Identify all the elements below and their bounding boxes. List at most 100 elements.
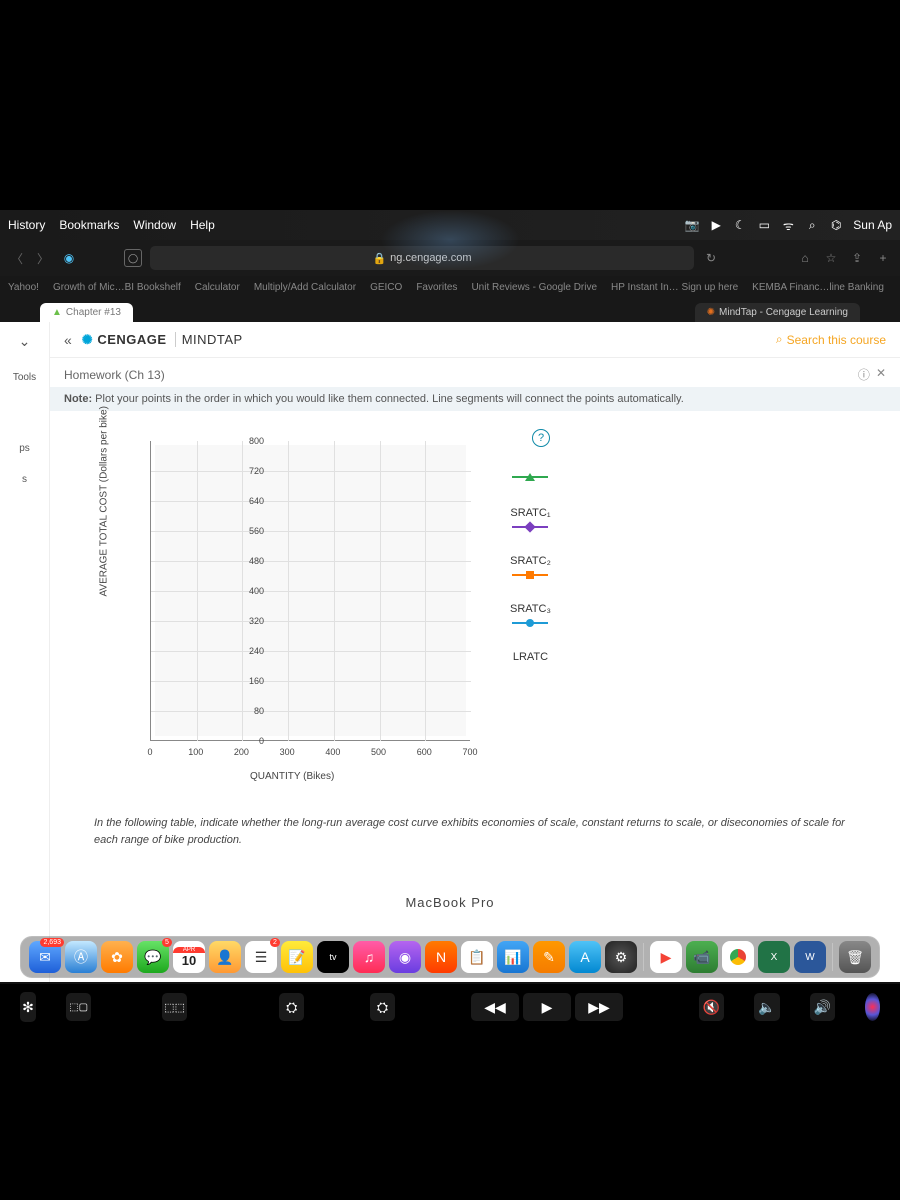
- touchbar-brightness-down[interactable]: ⛭: [279, 993, 304, 1021]
- search-course[interactable]: ⌕ Search this course: [776, 332, 886, 347]
- bookmark-geico[interactable]: GEICO: [370, 282, 402, 293]
- dock-music[interactable]: ♫: [353, 941, 385, 973]
- dock-mail[interactable]: ✉2,693: [29, 941, 61, 973]
- control-center-icon[interactable]: ⌬: [829, 218, 843, 232]
- sidebar-toggle-icon[interactable]: ◉: [60, 249, 78, 267]
- dock-trash[interactable]: 🗑: [839, 941, 871, 973]
- dock-calendar[interactable]: APR 10: [173, 941, 205, 973]
- privacy-shield-icon[interactable]: ◯: [124, 249, 142, 267]
- x-tick: 400: [325, 747, 340, 757]
- dock-chrome[interactable]: [722, 941, 754, 973]
- y-tick: 80: [254, 706, 264, 716]
- legend-item-sratc3[interactable]: SRATC₃: [510, 603, 551, 629]
- sidebar-tools[interactable]: Tools: [13, 372, 36, 383]
- dock-pages[interactable]: ✎: [533, 941, 565, 973]
- address-text: ng.cengage.com: [390, 252, 471, 264]
- esc-key[interactable]: ✻: [20, 992, 36, 1022]
- bookmark-bookshelf[interactable]: Growth of Mic…BI Bookshelf: [53, 282, 181, 293]
- close-icon[interactable]: ✕: [876, 366, 886, 383]
- tab-label: MindTap - Cengage Learning: [719, 307, 848, 318]
- y-tick: 160: [249, 676, 264, 686]
- tab-label: Chapter #13: [66, 307, 121, 318]
- dock-facetime[interactable]: 📹: [686, 941, 718, 973]
- menu-help[interactable]: Help: [190, 218, 215, 232]
- touchbar-mute[interactable]: 🔇: [699, 993, 724, 1021]
- dock-keynote[interactable]: 📊: [497, 941, 529, 973]
- camera-icon[interactable]: 📷: [685, 218, 699, 232]
- browser-toolbar: 〈 〉 ◉ ◯ 🔒 ng.cengage.com ↻ ⌂ ☆ ⇪ +: [0, 240, 900, 276]
- menu-bookmarks[interactable]: Bookmarks: [59, 218, 119, 232]
- bookmarks-bar: Yahoo! Growth of Mic…BI Bookshelf Calcul…: [0, 276, 900, 298]
- touch-bar: ✻ ⬚▢ ⬚⬚ ⛭ ⛭ ◀◀ ▶ ▶▶ 🔇 🔈 🔊: [0, 984, 900, 1030]
- touchbar-siri[interactable]: [865, 993, 880, 1021]
- touchbar-vol-down[interactable]: 🔈: [754, 993, 779, 1021]
- info-icon[interactable]: ⓘ: [858, 366, 870, 383]
- star-icon[interactable]: ☆: [822, 249, 840, 267]
- play-icon[interactable]: ▶: [709, 218, 723, 232]
- menubar-clock[interactable]: Sun Ap: [853, 218, 892, 232]
- touchbar-play[interactable]: ▶: [523, 993, 571, 1021]
- tab-strip: ▲ Chapter #13 ✺ MindTap - Cengage Learni…: [0, 298, 900, 322]
- sidebar-item-1[interactable]: ps: [19, 443, 30, 454]
- cengage-logo: ✺ CENGAGE MINDTAP: [82, 332, 243, 348]
- wifi-icon[interactable]: ᯤ: [781, 218, 795, 232]
- search-icon[interactable]: ⌕: [805, 218, 819, 232]
- dock-app-store-2[interactable]: A: [569, 941, 601, 973]
- sidebar-item-2[interactable]: s: [22, 474, 27, 485]
- tab-chapter13[interactable]: ▲ Chapter #13: [40, 303, 133, 322]
- battery-icon[interactable]: ▭: [757, 218, 771, 232]
- legend-item-sratc2[interactable]: SRATC₂: [510, 555, 551, 581]
- bookmark-unitreviews[interactable]: Unit Reviews - Google Drive: [471, 282, 597, 293]
- dock-news[interactable]: N: [425, 941, 457, 973]
- reload-icon[interactable]: ↻: [702, 249, 720, 267]
- help-icon[interactable]: ?: [532, 429, 550, 447]
- new-tab-icon[interactable]: +: [874, 249, 892, 267]
- nav-forward-icon[interactable]: 〉: [34, 249, 52, 267]
- menu-window[interactable]: Window: [133, 218, 176, 232]
- x-tick: 600: [417, 747, 432, 757]
- touchbar-prev[interactable]: ◀◀: [471, 993, 519, 1021]
- touchbar-vol-up[interactable]: 🔊: [810, 993, 835, 1021]
- dock-youtube[interactable]: ▶: [650, 941, 682, 973]
- bookmark-favorites[interactable]: Favorites: [416, 282, 457, 293]
- hardware-label: MacBook Pro: [0, 895, 900, 910]
- touchbar-widget-1[interactable]: ⬚▢: [66, 993, 91, 1021]
- y-tick: 240: [249, 646, 264, 656]
- menu-history[interactable]: History: [8, 218, 45, 232]
- dock-photos[interactable]: ✿: [101, 941, 133, 973]
- dock-appstore[interactable]: Ⓐ: [65, 941, 97, 973]
- plot-area[interactable]: [150, 441, 470, 741]
- legend-item-sratc1[interactable]: SRATC₁: [510, 507, 551, 533]
- tab-mindtap[interactable]: ✺ MindTap - Cengage Learning: [695, 303, 860, 322]
- bookmark-multiply[interactable]: Multiply/Add Calculator: [254, 282, 356, 293]
- dock-reminders[interactable]: ☰2: [245, 941, 277, 973]
- touchbar-next[interactable]: ▶▶: [575, 993, 623, 1021]
- dock-contacts[interactable]: 👤: [209, 941, 241, 973]
- bookmark-hp[interactable]: HP Instant In… Sign up here: [611, 282, 738, 293]
- address-bar[interactable]: 🔒 ng.cengage.com: [150, 246, 694, 270]
- bookmark-kemba[interactable]: KEMBA Financ…line Banking: [752, 282, 884, 293]
- x-tick: 300: [280, 747, 295, 757]
- dock-excel[interactable]: X: [758, 941, 790, 973]
- share-icon[interactable]: ⇪: [848, 249, 866, 267]
- dock-messages[interactable]: 💬5: [137, 941, 169, 973]
- chevron-down-icon[interactable]: ⌄: [14, 330, 36, 352]
- back-icon[interactable]: «: [64, 332, 72, 348]
- macos-dock: ✉2,693 Ⓐ ✿ 💬5 APR 10 👤 ☰2 📝 tv ♫ ◉ N 📋 📊…: [20, 936, 880, 978]
- moon-icon[interactable]: ☾: [733, 218, 747, 232]
- dock-podcasts[interactable]: ◉: [389, 941, 421, 973]
- touchbar-brightness-up[interactable]: ⛭: [370, 993, 395, 1021]
- dock-tv[interactable]: tv: [317, 941, 349, 973]
- touchbar-widget-2[interactable]: ⬚⬚: [162, 993, 187, 1021]
- dock-notes[interactable]: 📝: [281, 941, 313, 973]
- dock-screenshot[interactable]: 📋: [461, 941, 493, 973]
- home-icon[interactable]: ⌂: [796, 249, 814, 267]
- legend-item-lratc[interactable]: LRATC: [510, 651, 551, 663]
- dock-settings[interactable]: ⚙: [605, 941, 637, 973]
- y-tick: 640: [249, 496, 264, 506]
- legend-item-blank[interactable]: [510, 471, 551, 485]
- bookmark-yahoo[interactable]: Yahoo!: [8, 282, 39, 293]
- bookmark-calculator[interactable]: Calculator: [195, 282, 240, 293]
- nav-back-icon[interactable]: 〈: [8, 249, 26, 267]
- dock-word[interactable]: W: [794, 941, 826, 973]
